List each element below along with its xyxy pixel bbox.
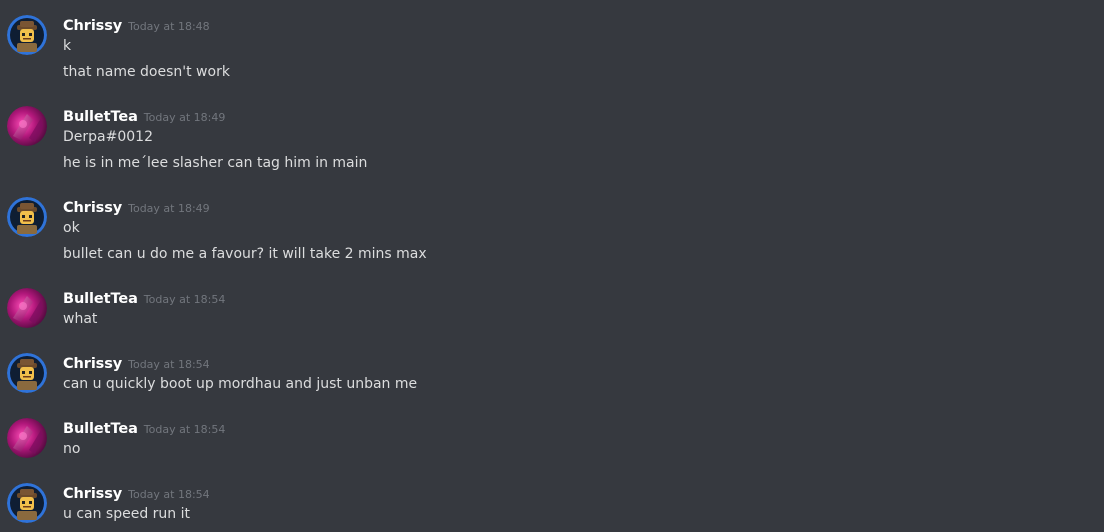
message-header: Chrissy Today at 18:54 [63, 483, 210, 503]
lego-adventurer-icon[interactable] [7, 15, 47, 55]
username[interactable]: Chrissy [63, 356, 122, 372]
message-text: no [63, 441, 81, 457]
timestamp: Today at 18:54 [128, 488, 210, 501]
lego-adventurer-icon[interactable] [7, 353, 47, 393]
message-header: BulletTea Today at 18:54 [63, 288, 225, 308]
message-text: u can speed run it [63, 506, 190, 522]
timestamp: Today at 18:49 [128, 202, 210, 215]
message-text: k [63, 38, 72, 54]
timestamp: Today at 18:49 [143, 111, 226, 124]
username[interactable]: Chrissy [63, 18, 122, 34]
message-header: Chrissy Today at 18:54 [63, 353, 210, 373]
magenta-abstract-avatar-icon[interactable] [7, 106, 47, 146]
username[interactable]: Chrissy [63, 200, 122, 216]
message-text: can u quickly boot up mordhau and just u… [63, 376, 418, 392]
message-header: BulletTea Today at 18:54 [63, 418, 225, 438]
message-text: ok [63, 220, 80, 236]
lego-adventurer-icon[interactable] [7, 197, 47, 237]
username[interactable]: Chrissy [63, 486, 122, 502]
username[interactable]: BulletTea [63, 109, 138, 125]
message-header: Chrissy Today at 18:48 [63, 15, 210, 35]
message-list: Chrissy Today at 18:48 k that name doesn'… [0, 0, 1104, 532]
message-text: Derpa#0012 [63, 129, 153, 145]
message-text: what [63, 311, 98, 327]
username[interactable]: BulletTea [63, 291, 138, 307]
message-header: Chrissy Today at 18:49 [63, 197, 210, 217]
timestamp: Today at 18:54 [143, 423, 226, 436]
timestamp: Today at 18:54 [143, 293, 226, 306]
lego-adventurer-icon[interactable] [7, 483, 47, 523]
message-text: that name doesn't work [63, 64, 230, 80]
message-text: bullet can u do me a favour? it will tak… [63, 246, 427, 262]
magenta-abstract-avatar-icon[interactable] [7, 288, 47, 328]
message-text: he is in me´lee slasher can tag him in m… [63, 155, 368, 171]
message-header: BulletTea Today at 18:49 [63, 106, 225, 126]
timestamp: Today at 18:54 [128, 358, 210, 371]
username[interactable]: BulletTea [63, 421, 138, 437]
timestamp: Today at 18:48 [128, 20, 210, 33]
magenta-abstract-avatar-icon[interactable] [7, 418, 47, 458]
